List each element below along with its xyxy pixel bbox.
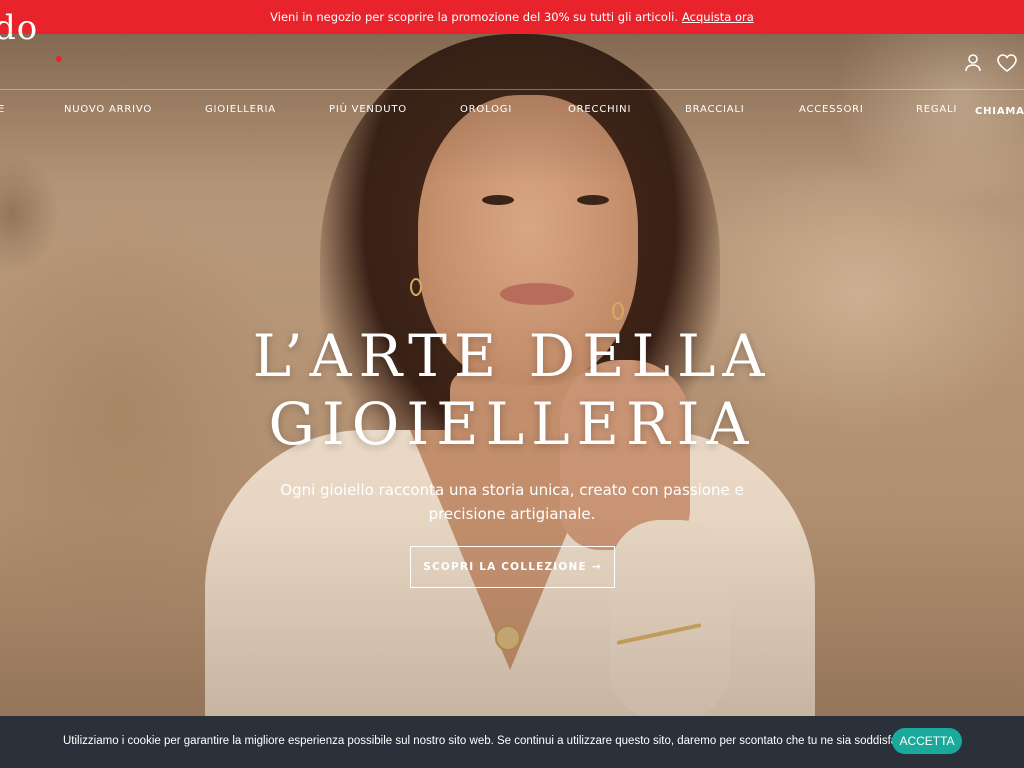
user-icon[interactable]: [962, 52, 984, 74]
nav-item-home[interactable]: E: [0, 104, 5, 115]
nav-item-bracciali[interactable]: BRACCIALI: [685, 104, 745, 115]
promo-bar: Vieni in negozio per scoprire la promozi…: [0, 0, 1024, 34]
discover-collection-button[interactable]: SCOPRI LA COLLEZIONE →: [410, 546, 615, 588]
logo-accent-dot: [56, 56, 62, 62]
hero-subtext: Ogni gioiello racconta una storia unica,…: [280, 481, 744, 523]
nav-item-gioielleria[interactable]: GIOIELLERIA: [205, 104, 276, 115]
site-header: [0, 34, 1024, 90]
hero-headline: L’ARTE DELLA GIOIELLERIA: [0, 322, 1024, 458]
heart-icon[interactable]: [996, 52, 1018, 74]
promo-text: Vieni in negozio per scoprire la promozi…: [270, 10, 679, 24]
nav-item-chiama[interactable]: CHIAMA C: [975, 106, 1024, 117]
nav-item-piu-venduto[interactable]: PIÙ VENDUTO: [329, 104, 407, 115]
nav-item-orologi[interactable]: OROLOGI: [460, 104, 512, 115]
hero-headline-line2: GIOIELLERIA: [268, 390, 756, 458]
logo[interactable]: do: [0, 8, 38, 48]
accept-cookies-button[interactable]: ACCETTA: [892, 728, 962, 754]
hero-headline-line1: L’ARTE DELLA: [252, 322, 772, 390]
nav-item-accessori[interactable]: ACCESSORI: [799, 104, 864, 115]
nav-item-nuovo-arrivo[interactable]: NUOVO ARRIVO: [64, 104, 152, 115]
nav-item-regali[interactable]: REGALI: [916, 104, 957, 115]
cookie-text: Utilizziamo i cookie per garantire la mi…: [63, 735, 914, 747]
nav-item-orecchini[interactable]: ORECCHINI: [568, 104, 631, 115]
promo-link[interactable]: Acquista ora: [682, 10, 754, 24]
cookie-banner: Utilizziamo i cookie per garantire la mi…: [0, 716, 1024, 768]
